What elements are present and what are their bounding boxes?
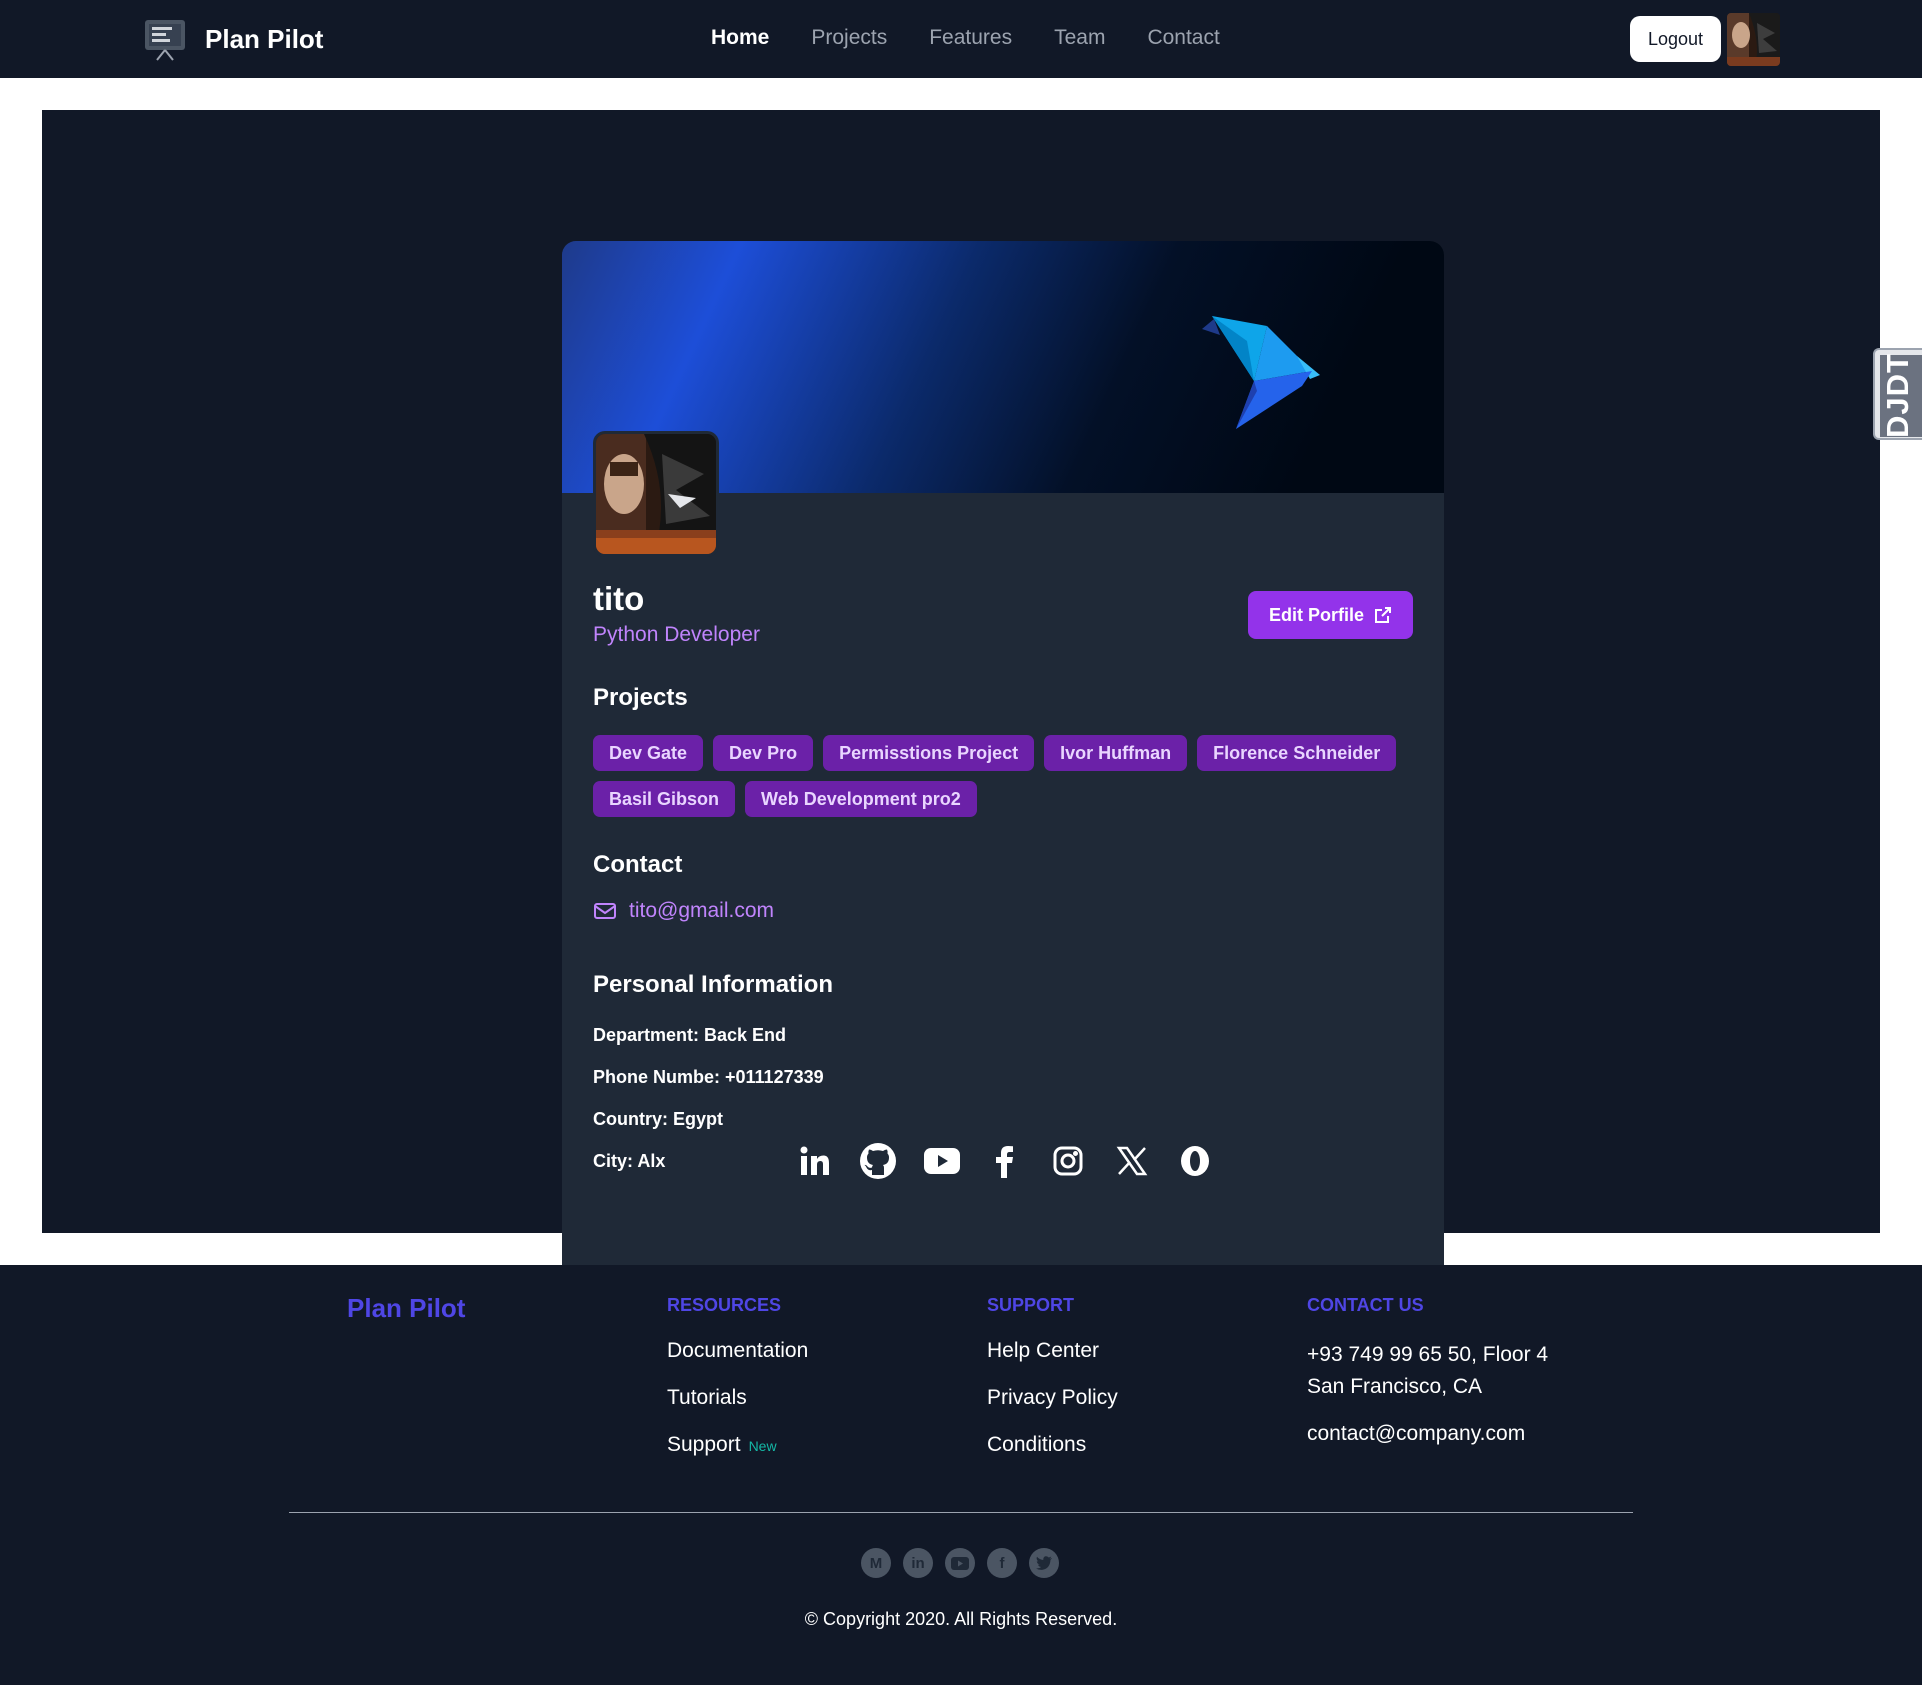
nav-projects[interactable]: Projects xyxy=(811,26,887,50)
opera-icon[interactable] xyxy=(1175,1141,1215,1181)
github-icon[interactable] xyxy=(858,1141,898,1181)
profile-card: tito Python Developer Edit Porfile Proje… xyxy=(562,241,1444,1322)
brand-name: Plan Pilot xyxy=(205,23,324,54)
brand-link[interactable]: Plan Pilot xyxy=(143,17,323,61)
mail-icon xyxy=(594,903,616,919)
project-tag[interactable]: Dev Pro xyxy=(713,735,814,771)
personal-info-heading: Personal Information xyxy=(593,971,834,998)
footer-brand[interactable]: Plan Pilot xyxy=(347,1293,465,1324)
contact-heading: Contact xyxy=(593,851,683,878)
footer-link-conditions[interactable]: Conditions xyxy=(987,1433,1118,1457)
linkedin-icon[interactable]: in xyxy=(903,1548,933,1578)
instagram-icon[interactable] xyxy=(1048,1141,1088,1181)
project-tag[interactable]: Web Development pro2 xyxy=(745,781,977,817)
external-link-icon xyxy=(1375,607,1391,623)
footer-divider xyxy=(289,1512,1633,1513)
origami-bird-icon xyxy=(1202,316,1320,429)
footer-support-column: SUPPORT Help Center Privacy Policy Condi… xyxy=(987,1295,1118,1480)
project-tag[interactable]: Permisstions Project xyxy=(823,735,1035,771)
top-navbar: Plan Pilot Home Projects Features Team C… xyxy=(0,0,1922,78)
nav-features[interactable]: Features xyxy=(929,26,1012,50)
project-tag[interactable]: Florence Schneider xyxy=(1197,735,1397,771)
footer-social-links: M in f xyxy=(861,1548,1059,1578)
debug-toolbar-label: DJDT xyxy=(1880,353,1915,439)
footer-address-line1: +93 749 99 65 50, Floor 4 xyxy=(1307,1343,1549,1366)
footer-link-tutorials[interactable]: Tutorials xyxy=(667,1386,808,1410)
email-row[interactable]: tito@gmail.com xyxy=(593,899,774,923)
footer-support-heading: SUPPORT xyxy=(987,1295,1075,1315)
footer-link-help-center[interactable]: Help Center xyxy=(987,1339,1118,1363)
footer-contact-email[interactable]: contact@company.com xyxy=(1307,1418,1548,1450)
footer-link-documentation[interactable]: Documentation xyxy=(667,1339,808,1363)
footer-resources-heading: RESOURCES xyxy=(667,1295,782,1315)
city-text: City: Alx xyxy=(593,1151,666,1171)
country-text: Country: Egypt xyxy=(593,1109,723,1129)
profile-avatar[interactable] xyxy=(593,431,719,557)
x-icon[interactable] xyxy=(1112,1141,1152,1181)
nav-home[interactable]: Home xyxy=(711,26,769,50)
phone-text: Phone Numbe: +011127339 xyxy=(593,1067,824,1087)
new-badge: New xyxy=(748,1438,777,1454)
debug-toolbar-handle[interactable]: DJDT xyxy=(1873,348,1922,440)
youtube-icon[interactable] xyxy=(945,1548,975,1578)
project-tag[interactable]: Dev Gate xyxy=(593,735,704,771)
footer-contact-column: CONTACT US +93 749 99 65 50, Floor 4 San… xyxy=(1307,1295,1548,1450)
footer-address-line2: San Francisco, CA xyxy=(1307,1375,1483,1398)
medium-icon[interactable]: M xyxy=(861,1548,891,1578)
profile-name: tito xyxy=(593,580,645,617)
footer-resources-column: RESOURCES Documentation Tutorials Suppor… xyxy=(667,1295,808,1480)
nav-team[interactable]: Team xyxy=(1054,26,1105,50)
projects-tag-list: Dev Gate Dev Pro Permisstions Project Iv… xyxy=(593,735,1413,817)
footer-link-support-label: Support xyxy=(667,1433,741,1456)
user-avatar[interactable] xyxy=(1727,13,1780,66)
logout-button[interactable]: Logout xyxy=(1630,16,1721,62)
nav-contact[interactable]: Contact xyxy=(1147,26,1219,50)
copyright-text: © Copyright 2020. All Rights Reserved. xyxy=(804,1609,1118,1629)
youtube-icon[interactable] xyxy=(922,1141,962,1181)
profile-role: Python Developer xyxy=(593,623,760,646)
linkedin-icon[interactable] xyxy=(795,1141,835,1181)
project-tag[interactable]: Basil Gibson xyxy=(593,781,736,817)
main-section: tito Python Developer Edit Porfile Proje… xyxy=(42,110,1880,1322)
footer-link-support[interactable]: Support New xyxy=(667,1433,808,1457)
presentation-board-icon xyxy=(145,20,185,61)
nav-links: Home Projects Features Team Contact xyxy=(711,26,1220,50)
profile-social-links xyxy=(795,1141,1215,1181)
project-tag[interactable]: Ivor Huffman xyxy=(1044,735,1188,771)
email-link[interactable]: tito@gmail.com xyxy=(629,899,774,923)
footer-link-privacy-policy[interactable]: Privacy Policy xyxy=(987,1386,1118,1410)
twitter-icon[interactable] xyxy=(1029,1548,1059,1578)
department-text: Department: Back End xyxy=(593,1025,787,1045)
edit-profile-button[interactable]: Edit Porfile xyxy=(1248,591,1413,639)
facebook-icon[interactable]: f xyxy=(987,1548,1017,1578)
footer-contact-heading: CONTACT US xyxy=(1307,1295,1424,1315)
edit-profile-label: Edit Porfile xyxy=(1268,604,1364,625)
projects-heading: Projects xyxy=(593,684,688,711)
facebook-icon[interactable] xyxy=(985,1141,1025,1181)
